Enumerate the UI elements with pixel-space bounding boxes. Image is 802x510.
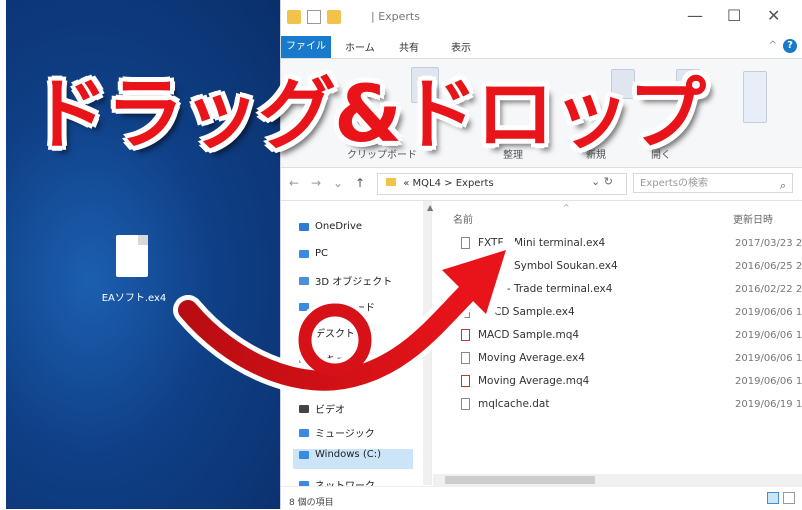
drag-and-drop-banner: ドラッグ&ドロップ — [30, 70, 706, 160]
curved-arrow-icon — [173, 240, 517, 396]
